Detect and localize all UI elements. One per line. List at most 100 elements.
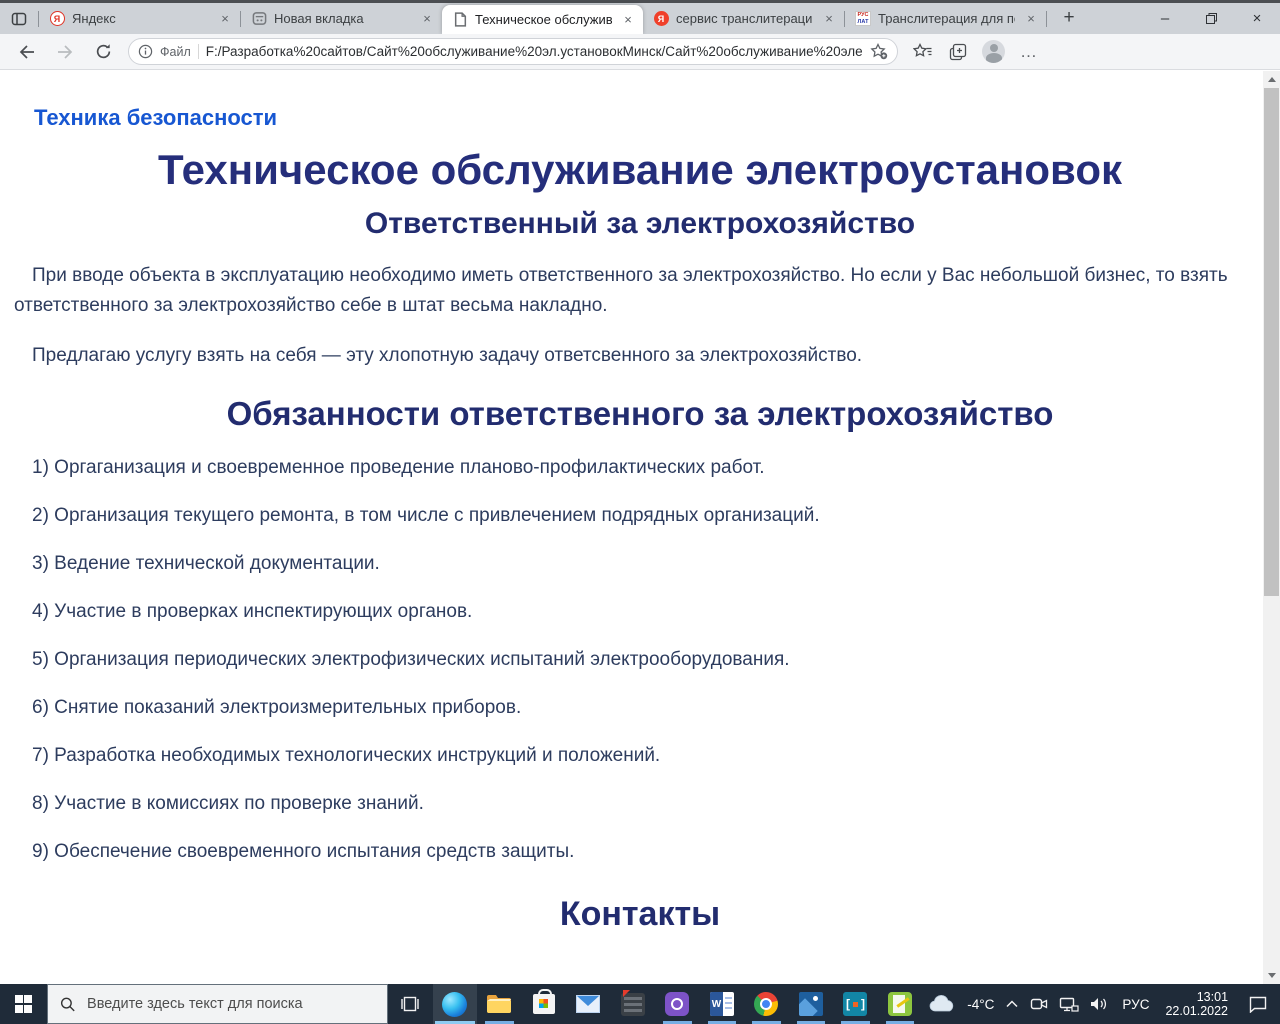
star-plus-icon — [870, 43, 888, 60]
minimize-button[interactable]: – — [1142, 3, 1188, 34]
taskbar-search[interactable] — [47, 984, 389, 1024]
taskbar-file-explorer[interactable] — [477, 984, 522, 1024]
network-button[interactable] — [1054, 984, 1084, 1024]
action-center-button[interactable] — [1236, 984, 1280, 1024]
taskbar-store[interactable] — [522, 984, 567, 1024]
scroll-up-button[interactable] — [1263, 71, 1280, 88]
tab-transliteration-search[interactable]: РУС ЛАТ Транслитерация для пои × — [845, 3, 1046, 34]
cloud-icon — [929, 995, 954, 1012]
taskbar-photos[interactable] — [789, 984, 834, 1024]
tab-close-icon[interactable]: × — [216, 10, 234, 28]
safety-techniques-link[interactable]: Техника безопасности — [34, 105, 1280, 131]
meet-now-button[interactable] — [1024, 984, 1054, 1024]
search-input[interactable] — [87, 996, 376, 1012]
tab-transliteration-service[interactable]: Я сервис транслитерации × — [643, 3, 844, 34]
tab-close-icon[interactable]: × — [619, 11, 637, 29]
duties-heading: Обязанности ответственного за электрохоз… — [226, 395, 1054, 433]
forward-button[interactable] — [52, 39, 78, 65]
temperature-label[interactable]: -4°C — [962, 984, 1000, 1024]
page-content: Техника безопасности Техническое обслужи… — [0, 71, 1280, 984]
task-view-icon — [401, 996, 420, 1012]
tab-actions-menu-button[interactable] — [0, 3, 38, 34]
taskbar-edge[interactable] — [432, 984, 478, 1024]
tab-close-icon[interactable]: × — [1022, 10, 1040, 28]
duty-item: 1) Оргаганизация и своевременное проведе… — [32, 457, 765, 479]
system-tray: -4°C РУС 13:01 22.01.2022 — [922, 984, 1280, 1024]
new-tab-favicon — [251, 11, 267, 27]
collections-button[interactable] — [946, 40, 970, 64]
meet-now-camera-icon — [1031, 998, 1048, 1010]
date-label: 22.01.2022 — [1165, 1004, 1229, 1018]
page-scrollbar[interactable] — [1263, 71, 1280, 984]
restore-button[interactable] — [1188, 3, 1234, 34]
forward-arrow-icon — [58, 44, 73, 59]
taskbar-mail[interactable] — [566, 984, 611, 1024]
weather-button[interactable] — [922, 984, 962, 1024]
tab-yandex[interactable]: Я Яндекс × — [39, 3, 240, 34]
duty-item: 7) Разработка необходимых технологически… — [32, 745, 661, 767]
taskbar-word[interactable]: W — [700, 984, 745, 1024]
task-view-button[interactable] — [388, 984, 433, 1024]
notepad-plus-icon — [887, 992, 912, 1016]
browser-tab-strip: Я Яндекс × Новая вкладка × Техническое о… — [0, 0, 1280, 34]
document-favicon — [452, 12, 468, 28]
taskbar-viber[interactable] — [655, 984, 700, 1024]
tab-label: сервис транслитерации — [676, 11, 813, 26]
tab-close-icon[interactable]: × — [418, 10, 436, 28]
brackets-icon: [] — [843, 992, 868, 1016]
taskbar-notepad-plus[interactable] — [878, 984, 923, 1024]
back-button[interactable] — [14, 39, 40, 65]
favorites-button[interactable] — [910, 40, 934, 64]
add-favorite-button[interactable] — [870, 43, 888, 60]
address-divider — [197, 44, 199, 59]
close-window-button[interactable]: × — [1234, 3, 1280, 34]
refresh-button[interactable] — [90, 39, 116, 65]
scroll-down-button[interactable] — [1263, 967, 1280, 984]
tray-overflow-button[interactable] — [1000, 984, 1024, 1024]
tab-label: Техническое обслужива — [475, 12, 612, 27]
language-indicator[interactable]: РУС — [1114, 984, 1157, 1024]
desktop-screen: Я Яндекс × Новая вкладка × Техническое о… — [0, 0, 1280, 1024]
clock[interactable]: 13:01 22.01.2022 — [1157, 984, 1236, 1024]
tab-actions-icon — [11, 12, 27, 25]
offer-paragraph: Предлагаю услугу взять на себя — эту хло… — [32, 345, 863, 367]
search-icon — [61, 997, 76, 1011]
duty-item: 3) Ведение технической документации. — [32, 553, 380, 575]
tab-new-tab[interactable]: Новая вкладка × — [241, 3, 442, 34]
photos-icon — [798, 992, 823, 1016]
tab-close-icon[interactable]: × — [820, 10, 838, 28]
duty-item: 5) Организация периодических электрофизи… — [32, 649, 790, 671]
duty-item: 2) Организация текущего ремонта, в том ч… — [32, 505, 820, 527]
chrome-icon — [754, 992, 779, 1016]
back-arrow-icon — [19, 44, 34, 59]
scrollbar-thumb[interactable] — [1264, 88, 1279, 596]
profile-avatar[interactable] — [982, 40, 1005, 63]
rus-lat-favicon: РУС ЛАТ — [855, 11, 871, 27]
page-subtitle: Ответственный за электрохозяйство — [364, 207, 916, 240]
windows-logo-icon — [14, 995, 33, 1013]
tab-label: Новая вкладка — [274, 11, 364, 26]
tab-active-maintenance[interactable]: Техническое обслужива × — [442, 5, 643, 34]
taskbar-utility-app[interactable] — [611, 984, 656, 1024]
url-text[interactable]: F:/Разработка%20сайтов/Сайт%20обслуживан… — [206, 44, 863, 59]
tab-divider — [1046, 10, 1047, 27]
site-info-button[interactable] — [138, 44, 153, 59]
windows-taskbar: W [] -4°C — [0, 984, 1280, 1024]
duty-item: 4) Участие в проверках инспектирующих ор… — [32, 601, 473, 623]
settings-more-button[interactable]: … — [1017, 40, 1041, 64]
new-tab-button[interactable]: + — [1055, 4, 1083, 32]
contacts-heading: Контакты — [559, 895, 721, 934]
volume-button[interactable] — [1084, 984, 1114, 1024]
taskbar-dev-tool[interactable]: [] — [833, 984, 878, 1024]
edge-icon — [442, 991, 468, 1017]
duty-item: 6) Снятие показаний электроизмерительных… — [32, 697, 522, 719]
tab-label: Яндекс — [72, 11, 116, 26]
browser-toolbar: Файл F:/Разработка%20сайтов/Сайт%20обслу… — [0, 34, 1280, 70]
intro-paragraph: При вводе объекта в эксплуатацию необход… — [14, 265, 1228, 317]
taskbar-chrome[interactable] — [744, 984, 789, 1024]
duties-list: 1) Оргаганизация и своевременное проведе… — [32, 457, 1280, 863]
address-bar[interactable]: Файл F:/Разработка%20сайтов/Сайт%20обслу… — [128, 38, 898, 65]
speaker-icon — [1091, 998, 1107, 1010]
window-controls: – × — [1142, 3, 1280, 34]
start-button[interactable] — [0, 984, 47, 1024]
